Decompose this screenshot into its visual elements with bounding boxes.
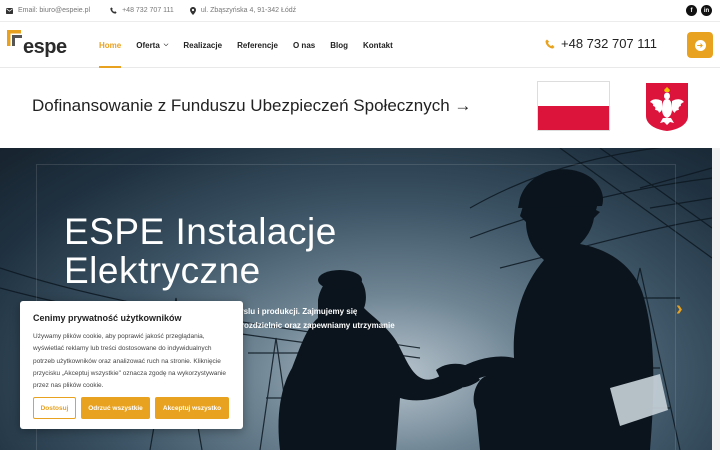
slider-next-arrow-icon[interactable]: › [676,298,683,321]
mail-icon [6,7,13,14]
header-cta-button[interactable]: ➜ [687,32,713,58]
flag-red-stripe [538,106,609,130]
main-header: espe Home Oferta ⌵ Realizacje Referencje … [0,22,720,68]
cookie-accept-all-button[interactable]: Akceptuj wszystko [155,397,229,419]
hero-description: myslu i produkcji. Zajmujemy się ją rozd… [232,305,432,333]
main-navigation: Home Oferta ⌵ Realizacje Referencje O nas… [99,22,408,68]
funding-link[interactable]: Dofinansowanie z Funduszu Ubezpieczeń Sp… [32,96,471,116]
hero-title-line2: Elektryczne [64,250,261,291]
phone-icon [545,39,555,48]
arrow-right-circle-icon: ➜ [694,39,706,51]
hero-desc-line2: ją rozdzielnic oraz zapewniamy utrzymani… [232,321,395,330]
nav-label-realizacje: Realizacje [183,40,223,50]
nav-item-kontakt[interactable]: Kontakt [363,22,393,68]
phone-text: +48 732 707 111 [122,7,174,14]
hero-title: ESPE Instalacje Elektryczne [64,212,337,290]
logo-text: espe [23,36,67,58]
nav-label-referencje: Referencje [237,40,278,50]
cookie-body-text: Używamy plików cookie, aby poprawić jako… [33,333,227,390]
nav-item-o-nas[interactable]: O nas [293,22,315,68]
cookie-customize-button[interactable]: Dostosuj [33,397,76,419]
top-info-bar: Email: biuro@espeie.pl +48 732 707 111 u… [0,0,720,22]
phone-info[interactable]: +48 732 707 111 [110,7,174,14]
header-phone-text: +48 732 707 111 [561,36,658,51]
nav-label-blog: Blog [330,40,348,50]
social-links: f in [686,5,712,16]
cookie-reject-all-button[interactable]: Odrzuć wszystkie [81,397,150,419]
hero-title-line1: ESPE Instalacje [64,211,337,252]
facebook-icon[interactable]: f [686,5,697,16]
nav-item-referencje[interactable]: Referencje [237,22,278,68]
espe-logo[interactable]: espe [7,30,67,60]
nav-label-kontakt: Kontakt [363,40,393,50]
polish-eagle-emblem-icon [646,83,688,131]
phone-icon [110,7,117,14]
email-text: Email: biuro@espeie.pl [18,7,91,14]
chevron-down-icon: ⌵ [163,41,169,48]
email-info[interactable]: Email: biuro@espeie.pl [6,7,90,14]
page-scrollbar[interactable] [712,148,720,450]
flag-white-stripe [538,82,609,106]
cookie-buttons: Dostosuj Odrzuć wszystkie Akceptuj wszys… [33,397,229,419]
address-text: ul. Zbąszyńska 4, 91-342 Łódź [200,7,297,14]
nav-item-oferta[interactable]: Oferta ⌵ [136,22,168,68]
location-pin-icon [189,6,196,15]
nav-item-home[interactable]: Home [99,22,122,68]
nav-item-realizacje[interactable]: Realizacje [183,22,222,68]
funding-banner: Dofinansowanie z Funduszu Ubezpieczeń Sp… [0,68,720,148]
poland-flag-image [538,82,609,130]
header-phone-link[interactable]: +48 732 707 111 [545,36,657,51]
hero-desc-line1: myslu i produkcji. Zajmujemy się [232,307,358,316]
nav-label-o-nas: O nas [292,40,316,50]
nav-label-home: Home [99,40,122,50]
cookie-title: Cenimy prywatność użytkowników [33,313,182,323]
address-info: ul. Zbąszyńska 4, 91-342 Łódź [189,6,297,15]
nav-label-oferta: Oferta [136,40,160,50]
cookie-consent-dialog: Cenimy prywatność użytkowników Używamy p… [20,301,243,429]
nav-item-blog[interactable]: Blog [330,22,348,68]
linkedin-icon[interactable]: in [701,5,712,16]
